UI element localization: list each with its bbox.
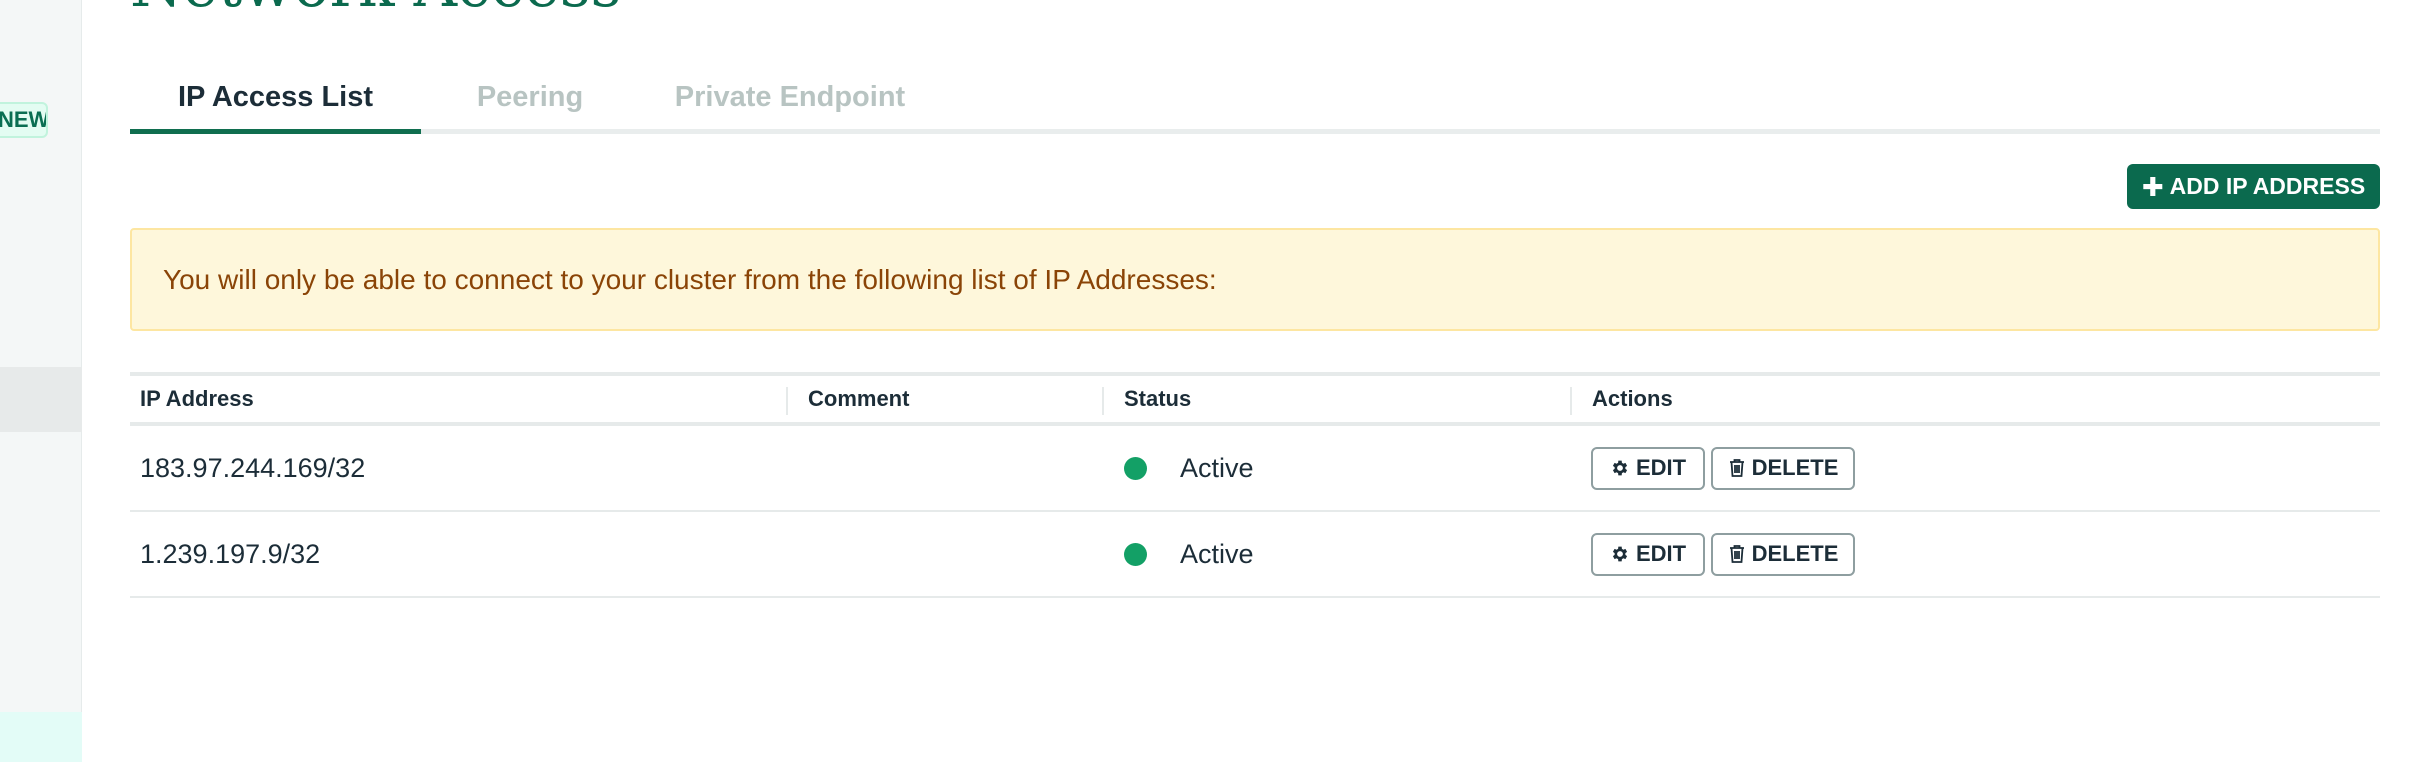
tab-peering[interactable]: Peering	[460, 68, 600, 134]
add-ip-address-button[interactable]: ✚ ADD IP ADDRESS	[2127, 164, 2380, 209]
sidebar-item-selected[interactable]	[0, 367, 82, 432]
column-header-comment[interactable]: Comment	[798, 376, 909, 422]
active-tab-indicator	[130, 129, 421, 134]
page-title: Network Access	[130, 0, 621, 16]
actions-cell: EDIT DELETE	[1591, 426, 1861, 510]
info-banner: You will only be able to connect to your…	[130, 228, 2380, 331]
edit-label: EDIT	[1635, 541, 1687, 566]
status-label: Active	[1180, 538, 1254, 569]
tab-label: Peering	[476, 81, 584, 113]
sidebar-item-highlighted[interactable]	[0, 712, 82, 762]
gear-icon	[1612, 460, 1628, 476]
tab-bar: IP Access List Peering Private Endpoint	[130, 68, 2380, 134]
edit-button[interactable]: EDIT	[1591, 446, 1705, 490]
delete-button[interactable]: DELETE	[1711, 446, 1855, 490]
trash-icon	[1729, 459, 1744, 477]
column-divider	[1570, 387, 1572, 415]
status-active-icon	[1124, 456, 1147, 480]
status-label: Active	[1180, 452, 1254, 483]
status-cell: Active	[1124, 426, 1254, 510]
banner-text: You will only be able to connect to your…	[163, 263, 1217, 295]
left-sidebar: NEW	[0, 0, 82, 762]
delete-label: DELETE	[1751, 541, 1839, 566]
table-row: 1.239.197.9/32 Active EDIT DELETE	[130, 512, 2380, 598]
ip-address-cell: 183.97.244.169/32	[140, 452, 366, 483]
status-active-icon	[1124, 542, 1147, 566]
status-cell: Active	[1124, 512, 1254, 596]
ip-access-table: IP Address Comment Status Actions 183.97…	[130, 372, 2380, 598]
tab-ip-access-list[interactable]: IP Access List	[130, 68, 421, 134]
delete-button[interactable]: DELETE	[1711, 532, 1855, 576]
trash-icon	[1729, 545, 1744, 563]
edit-button[interactable]: EDIT	[1591, 532, 1705, 576]
tab-label: Private Endpoint	[674, 81, 906, 113]
column-divider	[1102, 387, 1104, 415]
add-ip-address-label: ADD IP ADDRESS	[2169, 173, 2366, 199]
edit-label: EDIT	[1635, 455, 1687, 480]
table-header: IP Address Comment Status Actions	[130, 376, 2380, 426]
column-header-status[interactable]: Status	[1114, 376, 1191, 422]
tab-label: IP Access List	[177, 81, 374, 113]
column-header-actions: Actions	[1592, 386, 1673, 411]
plus-icon: ✚	[2141, 171, 2164, 202]
table-row: 183.97.244.169/32 Active EDIT DELETE	[130, 426, 2380, 512]
tab-private-endpoint[interactable]: Private Endpoint	[660, 68, 920, 134]
actions-cell: EDIT DELETE	[1591, 512, 1861, 596]
ip-address-cell: 1.239.197.9/32	[140, 538, 321, 569]
new-badge: NEW	[0, 102, 48, 138]
delete-label: DELETE	[1751, 455, 1839, 480]
gear-icon	[1612, 546, 1628, 562]
column-header-ip-address[interactable]: IP Address	[130, 376, 254, 422]
column-divider	[786, 387, 788, 415]
